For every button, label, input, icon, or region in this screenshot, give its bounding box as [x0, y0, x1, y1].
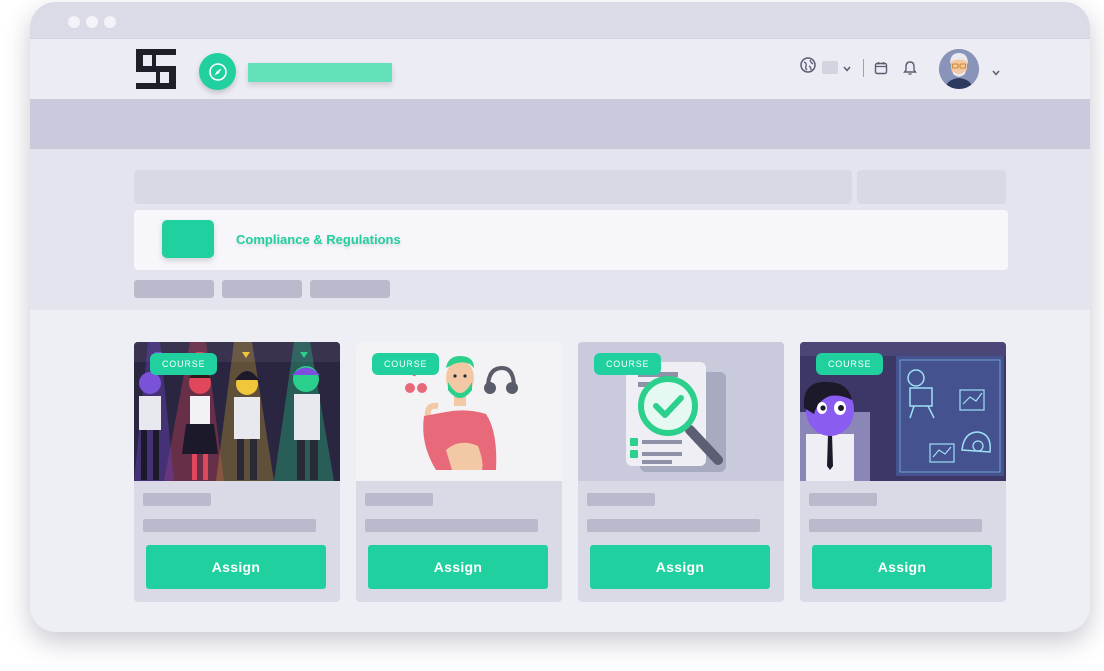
course-card[interactable]: COURSE Assign [134, 342, 340, 602]
browser-window: Compliance & Regulations COURSE Assign C… [30, 2, 1090, 632]
assign-button[interactable]: Assign [368, 545, 548, 589]
course-card[interactable]: COURSE Assign [800, 342, 1006, 602]
breadcrumb-band [30, 99, 1090, 149]
course-badge: COURSE [816, 353, 884, 375]
filter-button-placeholder[interactable] [857, 170, 1006, 204]
course-description-placeholder [143, 519, 316, 532]
filter-tag-placeholder[interactable] [134, 280, 214, 298]
course-badge: COURSE [594, 353, 662, 375]
category-icon [162, 220, 214, 258]
course-description-placeholder [809, 519, 982, 532]
profile-chevron-down-icon[interactable] [991, 65, 1001, 83]
course-badge: COURSE [372, 353, 440, 375]
page-title-placeholder [248, 63, 392, 82]
top-navbar [30, 38, 1090, 99]
user-avatar[interactable] [939, 49, 979, 89]
course-description-placeholder [587, 519, 760, 532]
chevron-down-icon[interactable] [842, 61, 852, 79]
course-title-placeholder [143, 493, 211, 506]
window-minimize-dot[interactable] [86, 16, 98, 28]
assign-button[interactable]: Assign [590, 545, 770, 589]
bell-icon[interactable] [903, 60, 917, 81]
window-maximize-dot[interactable] [104, 16, 116, 28]
course-title-placeholder [587, 493, 655, 506]
window-close-dot[interactable] [68, 16, 80, 28]
course-title-placeholder [809, 493, 877, 506]
globe-icon[interactable] [800, 57, 816, 78]
course-card[interactable]: COURSE Assign [356, 342, 562, 602]
assign-button[interactable]: Assign [146, 545, 326, 589]
window-titlebar [30, 2, 1090, 38]
category-row[interactable]: Compliance & Regulations [134, 210, 1008, 270]
category-label: Compliance & Regulations [236, 232, 401, 247]
filter-tag-placeholder[interactable] [310, 280, 390, 298]
search-bar-placeholder[interactable] [134, 170, 852, 204]
course-badge: COURSE [150, 353, 218, 375]
course-title-placeholder [365, 493, 433, 506]
course-description-placeholder [365, 519, 538, 532]
filter-tag-placeholder[interactable] [222, 280, 302, 298]
assign-button[interactable]: Assign [812, 545, 992, 589]
language-flag-placeholder[interactable] [822, 61, 838, 74]
course-card[interactable]: COURSE Assign [578, 342, 784, 602]
app-logo-icon[interactable] [136, 49, 176, 94]
compass-icon[interactable] [199, 53, 236, 90]
navbar-divider [863, 59, 864, 77]
calendar-icon[interactable] [874, 61, 888, 80]
